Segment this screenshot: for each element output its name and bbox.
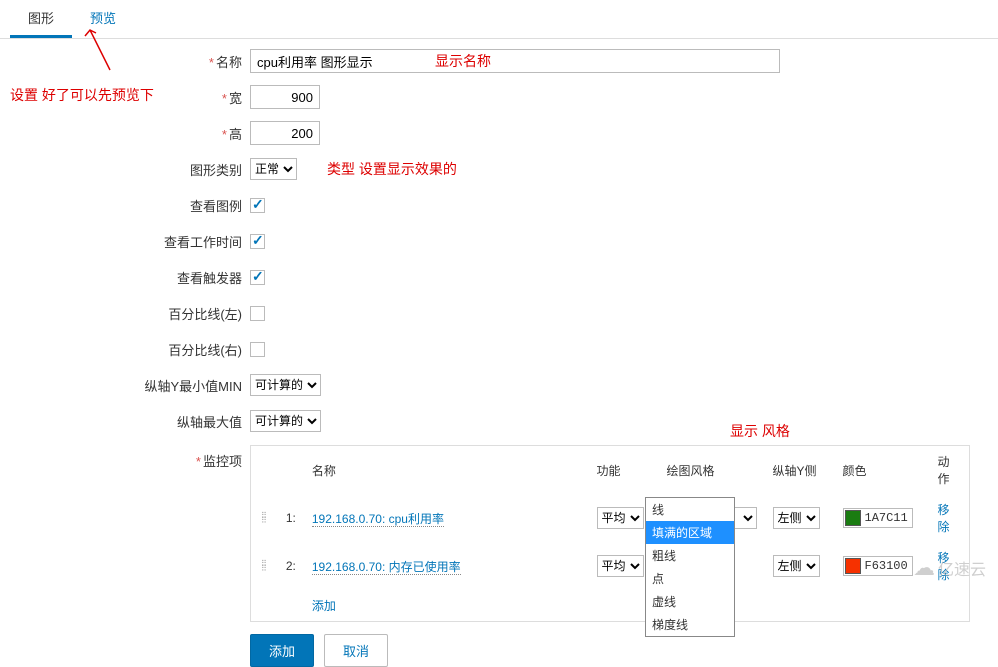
graph-form: *名称 显示名称 *宽 *高 图形类别 正常 类型 设置显示效果的 查看图例 查…	[20, 49, 998, 667]
label-items: 监控项	[203, 454, 242, 469]
dropdown-option[interactable]: 点	[646, 567, 734, 590]
remove-link[interactable]: 移除	[938, 503, 950, 534]
function-select[interactable]: 平均	[597, 555, 644, 577]
name-input[interactable]	[250, 49, 780, 73]
col-drawstyle: 绘图风格	[659, 446, 765, 495]
row-index: 2:	[278, 542, 304, 590]
width-input[interactable]	[250, 85, 320, 109]
yside-select[interactable]: 左侧	[773, 555, 820, 577]
label-percent-right: 百分比线(右)	[20, 340, 250, 359]
col-function: 功能	[589, 446, 659, 495]
col-yside: 纵轴Y侧	[765, 446, 835, 495]
label-percent-left: 百分比线(左)	[20, 304, 250, 323]
ymax-select[interactable]: 可计算的	[250, 410, 321, 432]
annotation-type-hint: 类型 设置显示效果的	[327, 159, 457, 179]
cloud-icon: ☁	[913, 555, 935, 581]
col-color: 颜色	[835, 446, 930, 495]
label-name: 名称	[216, 55, 242, 70]
function-select[interactable]: 平均	[597, 507, 644, 529]
color-picker[interactable]: 1A7C11	[843, 508, 913, 528]
height-input[interactable]	[250, 121, 320, 145]
dropdown-option[interactable]: 虚线	[646, 590, 734, 613]
label-width: 宽	[229, 91, 242, 106]
graph-type-select[interactable]: 正常	[250, 158, 297, 180]
dropdown-option[interactable]: 线	[646, 498, 734, 521]
color-swatch	[845, 558, 861, 574]
annotation-display-name: 显示名称	[435, 51, 491, 71]
yside-select[interactable]: 左侧	[773, 507, 820, 529]
show-legend-checkbox[interactable]	[250, 198, 265, 213]
drag-handle-icon[interactable]: ⠿⠿	[259, 559, 270, 573]
label-show-worktime: 查看工作时间	[20, 232, 250, 251]
color-picker[interactable]: F63100	[843, 556, 913, 576]
watermark: ☁ 亿速云	[913, 555, 986, 581]
show-worktime-checkbox[interactable]	[250, 234, 265, 249]
label-show-triggers: 查看触发器	[20, 268, 250, 287]
col-name: 名称	[304, 446, 589, 495]
submit-button[interactable]: 添加	[250, 634, 314, 667]
color-swatch	[845, 510, 861, 526]
item-name-link[interactable]: 192.168.0.70: cpu利用率	[312, 512, 444, 527]
tab-preview[interactable]: 预览	[72, 0, 134, 38]
item-name-link[interactable]: 192.168.0.70: 内存已使用率	[312, 560, 461, 575]
add-item-link[interactable]: 添加	[312, 599, 336, 613]
row-index: 1:	[278, 494, 304, 542]
label-ymax: 纵轴最大值	[20, 412, 250, 431]
drawstyle-dropdown-open[interactable]: 线 填满的区域 粗线 点 虚线 梯度线	[645, 497, 735, 637]
label-graph-type: 图形类别	[20, 160, 250, 179]
tab-graph[interactable]: 图形	[10, 0, 72, 38]
label-height: 高	[229, 127, 242, 142]
cancel-button[interactable]: 取消	[324, 634, 388, 667]
dropdown-option-selected[interactable]: 填满的区域	[646, 521, 734, 544]
label-show-legend: 查看图例	[20, 196, 250, 215]
annotation-style-hint: 显示 风格	[730, 421, 790, 441]
table-row: ⠿⠿ 2: 192.168.0.70: 内存已使用率 平均 左侧 F63100	[251, 542, 970, 590]
items-table: 名称 功能 绘图风格 纵轴Y侧 颜色 动作 ⠿⠿ 1: 192.168.0.70…	[250, 445, 970, 622]
dropdown-option[interactable]: 粗线	[646, 544, 734, 567]
label-ymin: 纵轴Y最小值MIN	[20, 376, 250, 395]
dropdown-option[interactable]: 梯度线	[646, 613, 734, 636]
color-code: 1A7C11	[865, 511, 908, 525]
percent-left-checkbox[interactable]	[250, 306, 265, 321]
table-row: ⠿⠿ 1: 192.168.0.70: cpu利用率 平均 填满的区域 左侧 1…	[251, 494, 970, 542]
color-code: F63100	[865, 559, 908, 573]
tab-bar: 图形 预览	[0, 0, 998, 39]
percent-right-checkbox[interactable]	[250, 342, 265, 357]
ymin-select[interactable]: 可计算的	[250, 374, 321, 396]
col-action: 动作	[930, 446, 970, 495]
drag-handle-icon[interactable]: ⠿⠿	[259, 511, 270, 525]
annotation-preview-hint: 设置 好了可以先预览下	[10, 85, 154, 105]
show-triggers-checkbox[interactable]	[250, 270, 265, 285]
